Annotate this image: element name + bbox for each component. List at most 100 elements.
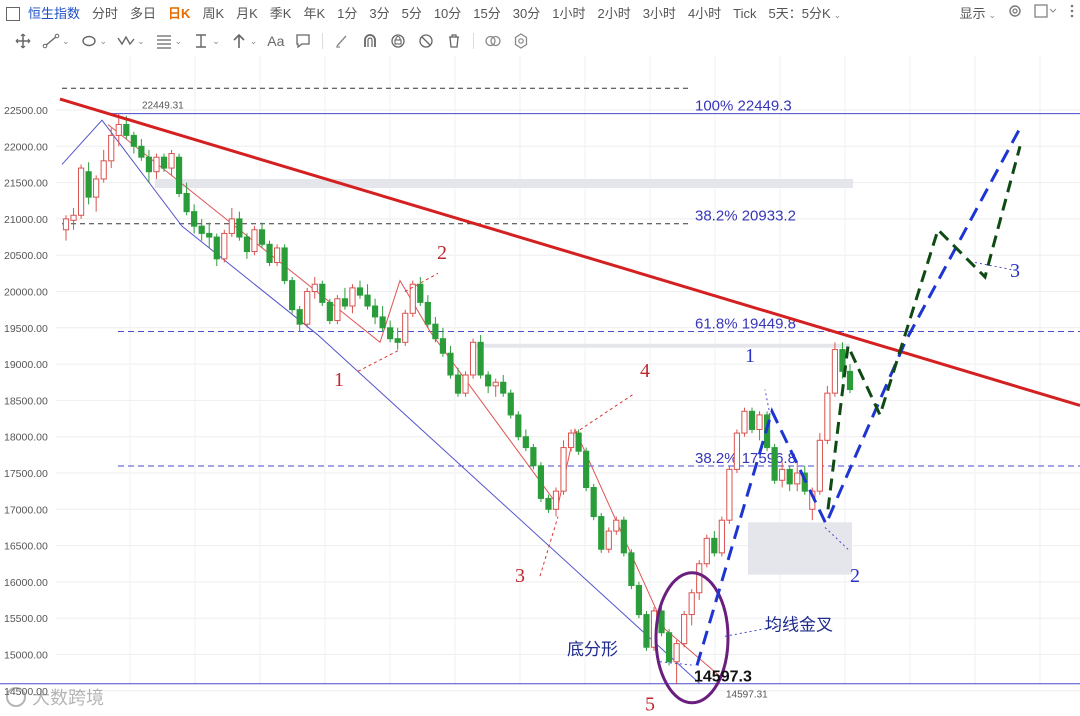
candle-down xyxy=(289,280,296,311)
candle-up xyxy=(108,134,115,162)
y-tick-label: 18500.00 xyxy=(4,395,48,407)
candle-up xyxy=(62,218,70,231)
candle-down xyxy=(635,585,643,616)
period-tab[interactable]: 15分 xyxy=(467,0,506,27)
candle-down xyxy=(183,192,190,213)
candle-down xyxy=(379,316,386,329)
period-tab[interactable]: 分时 xyxy=(86,0,124,27)
text-tool-icon[interactable]: Aa xyxy=(267,28,284,54)
y-tick-label: 20000.00 xyxy=(4,287,48,299)
period-tab[interactable]: Tick xyxy=(727,0,762,27)
candlestick-chart[interactable]: 22500.00 22000.00 21500.00 21000.00 20500.00… xyxy=(0,56,1080,716)
settings-icon[interactable] xyxy=(512,28,530,54)
candle-down xyxy=(319,283,326,303)
y-tick-label: 18000.00 xyxy=(4,432,48,444)
settings-gear-icon[interactable] xyxy=(1002,0,1028,27)
candle-up xyxy=(168,153,175,169)
period-tab[interactable]: 月K xyxy=(230,0,264,27)
period-tab[interactable]: 1分 xyxy=(331,0,363,27)
high-marker: 22449.31 xyxy=(142,101,184,112)
measure-tool-icon[interactable]: ⌄ xyxy=(192,28,220,54)
line-tool-icon[interactable]: ⌄ xyxy=(42,28,70,54)
comment-tool-icon[interactable] xyxy=(294,28,312,54)
period-tab[interactable]: 周K xyxy=(196,0,230,27)
period-tab[interactable]: 季K xyxy=(264,0,298,27)
display-button[interactable]: 显示 ⌄ xyxy=(953,0,1002,27)
projection-leader-line xyxy=(764,389,771,416)
wave-leader-line xyxy=(539,516,559,577)
toolbar-right: 显示 ⌄ xyxy=(953,0,1080,27)
magnet-icon[interactable] xyxy=(361,28,379,54)
pen-icon[interactable] xyxy=(333,28,351,54)
candle-up xyxy=(304,291,311,325)
y-tick-label: 22500.00 xyxy=(4,105,48,117)
period-tab[interactable]: 5分 xyxy=(396,0,428,27)
candle-down xyxy=(130,134,137,147)
period-tab[interactable]: 1小时 xyxy=(546,0,591,27)
delete-icon[interactable] xyxy=(445,28,463,54)
lock-icon[interactable] xyxy=(389,28,407,54)
period-tab[interactable]: 3分 xyxy=(363,0,395,27)
period-tab[interactable]: 30分 xyxy=(507,0,546,27)
period-tab[interactable]: 多日 xyxy=(124,0,162,27)
candle-down xyxy=(213,236,220,260)
candle-down xyxy=(356,287,364,296)
candle-up xyxy=(334,298,341,322)
index-name[interactable]: 恒生指数 xyxy=(22,0,86,27)
fib-label: 38.2% 17596.8 xyxy=(695,450,796,467)
candle-up xyxy=(673,643,680,663)
down-channel-line xyxy=(61,119,701,685)
candle-down xyxy=(296,309,303,325)
candle-up xyxy=(273,247,281,263)
wave-leader-line xyxy=(574,392,636,434)
candle-up xyxy=(681,614,688,645)
candle-down xyxy=(236,218,243,238)
y-tick-label: 21500.00 xyxy=(4,178,48,190)
candle-up xyxy=(831,349,839,394)
shape-tool-icon[interactable]: ⌄ xyxy=(80,28,107,54)
more-options-icon[interactable] xyxy=(1064,0,1080,27)
analysis-overlay: 1 2 3 4 5 1 2 3 xyxy=(59,97,1080,715)
candle-down xyxy=(394,338,401,343)
candle-down xyxy=(620,519,627,554)
candle-down xyxy=(786,468,793,485)
candle-up xyxy=(70,214,77,221)
layout-icon[interactable] xyxy=(6,6,20,21)
candle-up xyxy=(492,381,499,387)
candle-down xyxy=(198,225,205,234)
candle-up xyxy=(153,156,160,173)
candle-down xyxy=(628,552,635,587)
candle-up xyxy=(726,468,733,521)
candle-up xyxy=(462,374,469,394)
fib-label: 38.2% 20933.2 xyxy=(695,208,796,225)
candle-up xyxy=(77,167,85,216)
wave-tool-icon[interactable]: ⌄ xyxy=(117,28,145,54)
candle-down xyxy=(537,465,545,499)
wave-leader-line xyxy=(357,349,401,372)
period-tab[interactable]: 年K xyxy=(297,0,331,27)
fib-tool-icon[interactable]: ⌄ xyxy=(155,28,182,54)
erase-icon[interactable] xyxy=(417,28,435,54)
period-tab[interactable]: 4小时 xyxy=(682,0,727,27)
crosshair-icon[interactable] xyxy=(14,28,32,54)
arrow-tool-icon[interactable]: ⌄ xyxy=(230,28,257,54)
checkbox-toggle[interactable] xyxy=(1028,0,1064,27)
candle-down xyxy=(454,374,462,394)
period-tab[interactable]: 日K xyxy=(162,0,196,27)
candle-down xyxy=(145,156,153,173)
candle-up xyxy=(733,432,741,470)
candle-down xyxy=(643,614,650,648)
period-tabs: 分时 多日 日K 周K 月K 季K 年K 1分 3分 5分 10分 15分 30分 1小时 2小时 3小时 4小… xyxy=(86,0,763,27)
candle-up xyxy=(115,124,122,136)
period-tab[interactable]: 3小时 xyxy=(637,0,682,27)
bottom-fractal-label: 底分形 xyxy=(567,640,618,660)
visibility-icon[interactable] xyxy=(484,28,502,54)
projection-number: 1 xyxy=(745,345,755,367)
period-tab[interactable]: 2小时 xyxy=(591,0,636,27)
multi-period-selector[interactable]: 5天：5分K ⌄ xyxy=(763,0,848,27)
period-tab[interactable]: 10分 xyxy=(428,0,467,27)
resistance-zone-thin xyxy=(470,343,850,348)
toolbar-divider xyxy=(473,33,475,49)
candle-up xyxy=(794,472,801,485)
candle-up xyxy=(703,537,710,565)
